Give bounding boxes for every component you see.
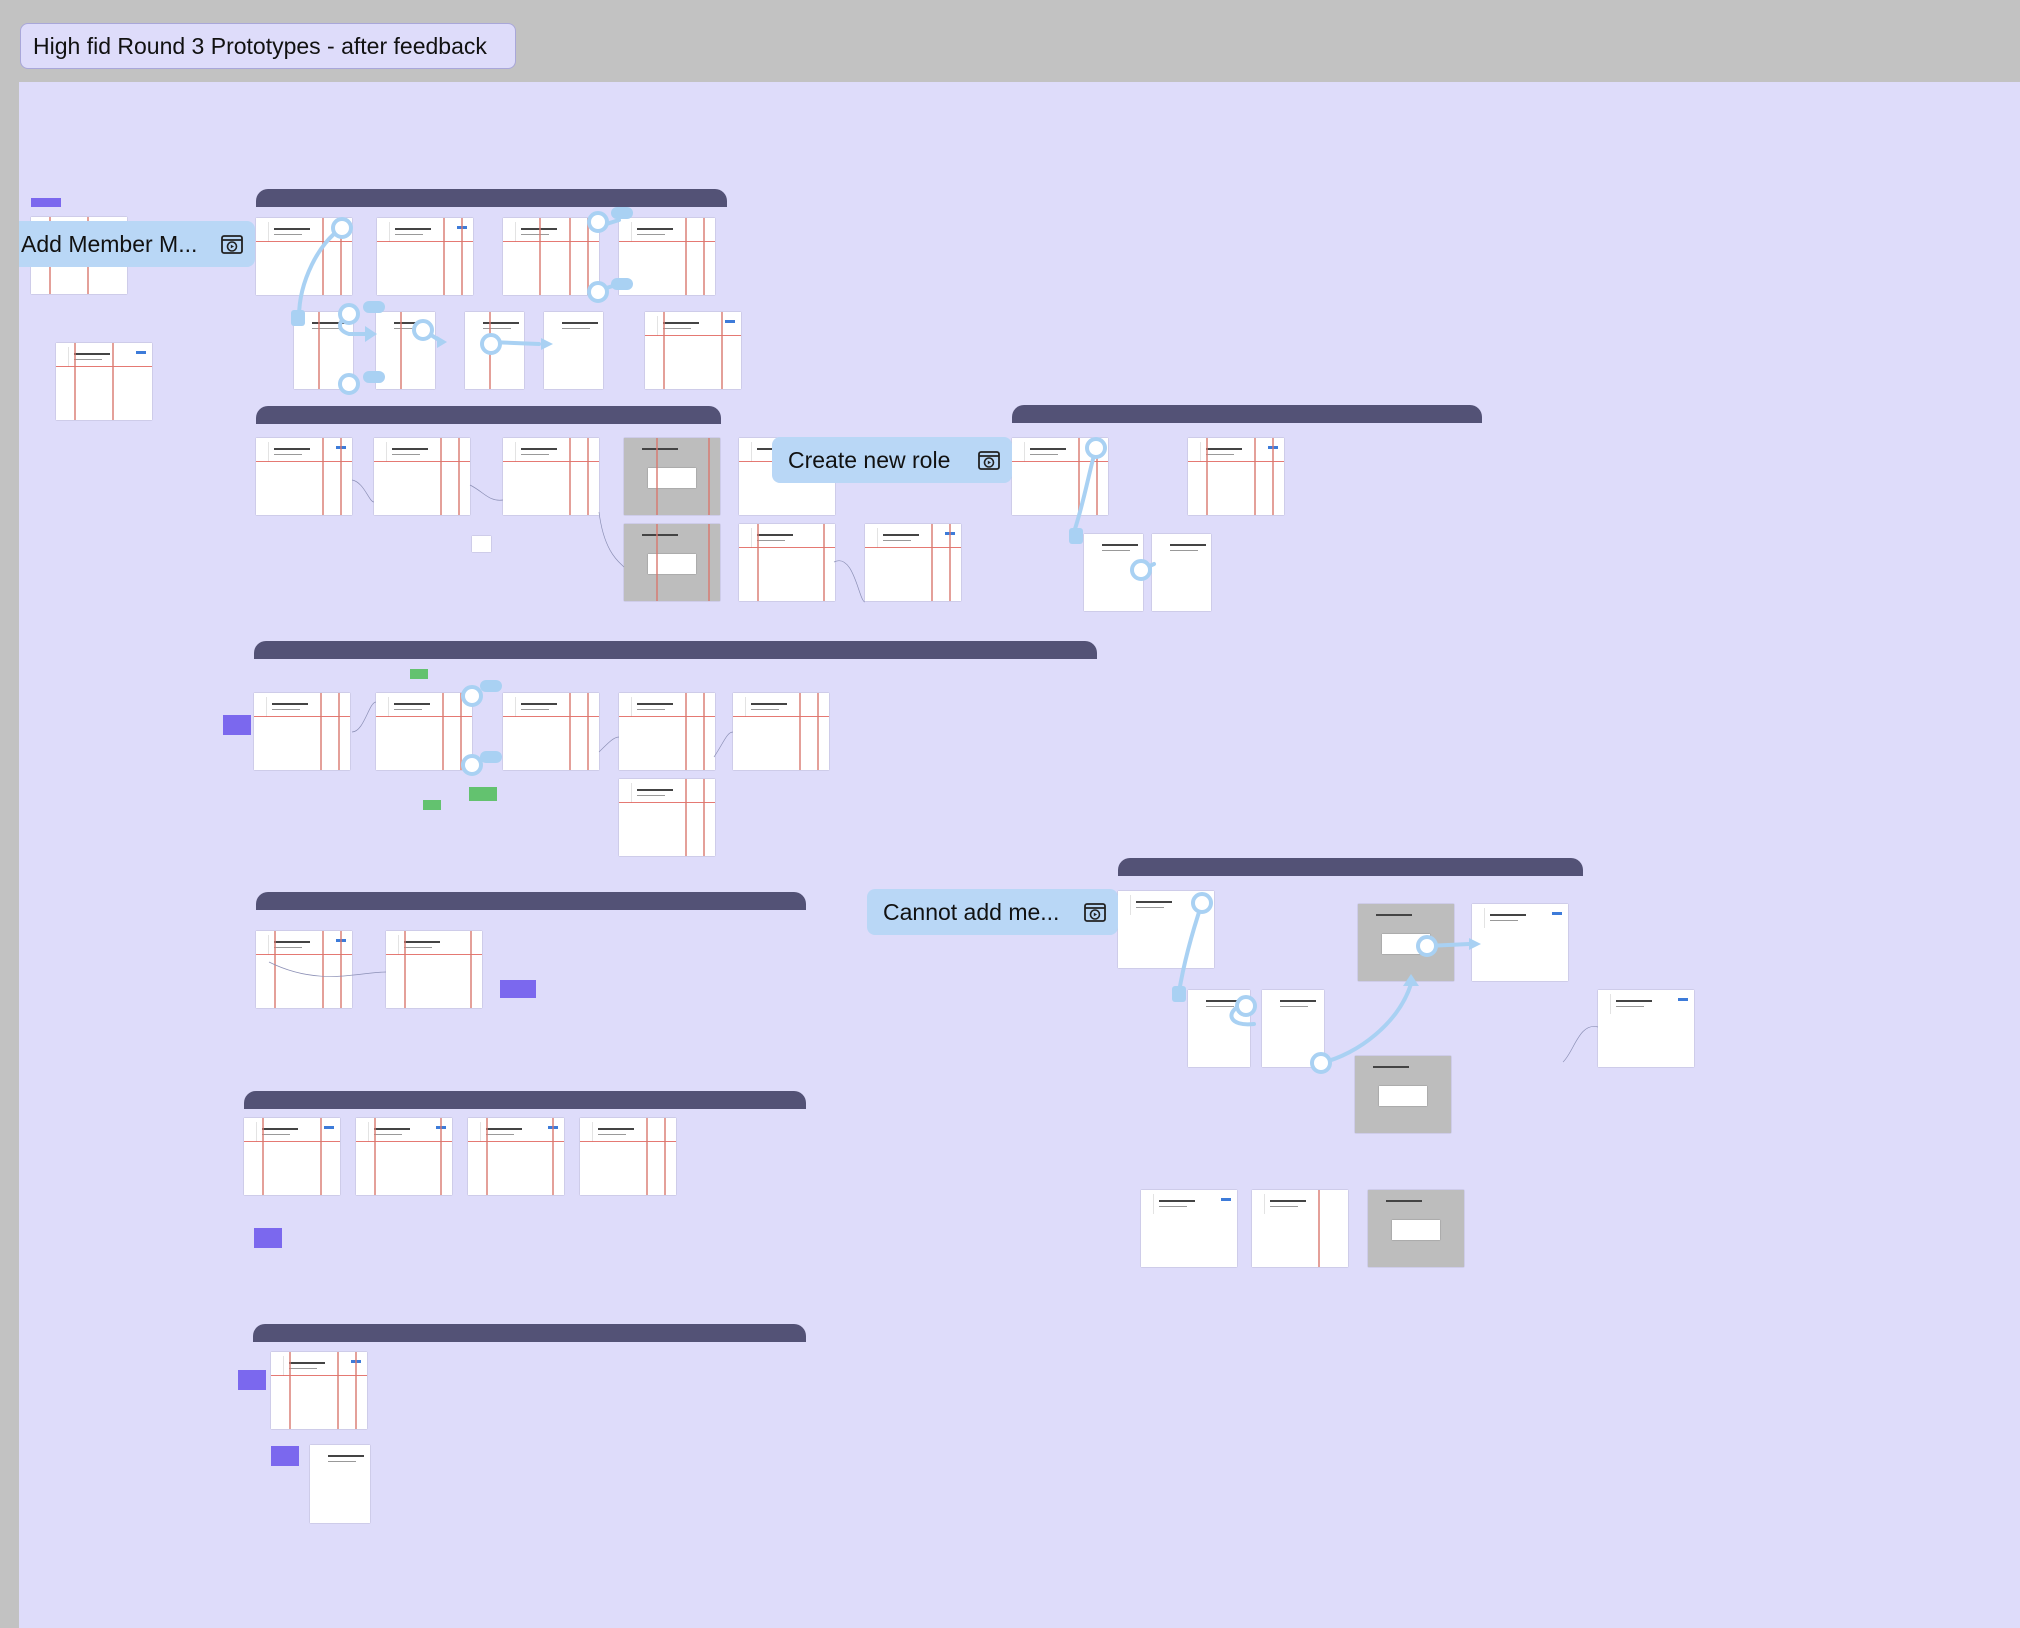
sticky-note[interactable] xyxy=(238,1370,266,1390)
prototype-frame-modal[interactable] xyxy=(1368,1190,1464,1267)
prototype-frame[interactable] xyxy=(1188,990,1250,1067)
flow-label: Create new role xyxy=(788,447,951,473)
flow-start-cannot-add-member[interactable]: Cannot add me... xyxy=(867,889,1118,935)
prototype-frame-modal[interactable] xyxy=(624,438,720,515)
prototype-frame[interactable] xyxy=(619,218,715,295)
section-header[interactable] xyxy=(244,1091,806,1109)
prototype-frame[interactable] xyxy=(256,218,352,295)
sticky-note[interactable] xyxy=(500,980,536,998)
prototype-frame[interactable] xyxy=(465,312,524,389)
flow-start-add-member[interactable]: Add Member M... xyxy=(19,221,255,267)
sticky-note-green[interactable] xyxy=(410,669,428,679)
canvas[interactable]: Add Member M... Create new role Cannot a… xyxy=(19,82,2020,1628)
prototype-frame[interactable] xyxy=(739,524,835,601)
sticky-note[interactable] xyxy=(31,198,61,207)
prototype-frame[interactable] xyxy=(294,312,353,389)
prototype-frame[interactable] xyxy=(256,438,352,515)
section-header[interactable] xyxy=(256,189,727,207)
prototype-frame-modal[interactable] xyxy=(1358,904,1454,981)
prototype-frame[interactable] xyxy=(1472,904,1568,981)
prototype-frame-modal[interactable] xyxy=(624,524,720,601)
prototype-frame[interactable] xyxy=(254,693,350,770)
play-prototype-icon[interactable] xyxy=(1084,901,1106,923)
prototype-frame[interactable] xyxy=(1141,1190,1237,1267)
page-title[interactable]: High fid Round 3 Prototypes - after feed… xyxy=(20,23,516,69)
flow-label: Cannot add me... xyxy=(883,899,1060,925)
prototype-frame[interactable] xyxy=(865,524,961,601)
prototype-frame[interactable] xyxy=(1598,990,1694,1067)
flow-label: Add Member M... xyxy=(21,231,198,257)
prototype-frame[interactable] xyxy=(56,343,152,420)
section-header[interactable] xyxy=(1118,858,1583,876)
prototype-frame[interactable] xyxy=(619,779,715,856)
section-header[interactable] xyxy=(1012,405,1482,423)
prototype-frame[interactable] xyxy=(310,1445,370,1523)
prototype-frame-modal[interactable] xyxy=(1355,1056,1451,1133)
prototype-frame[interactable] xyxy=(1152,534,1211,611)
prototype-frame[interactable] xyxy=(377,218,473,295)
prototype-frame[interactable] xyxy=(468,1118,564,1195)
prototype-frame[interactable] xyxy=(619,693,715,770)
sticky-note-green[interactable] xyxy=(423,800,441,810)
prototype-frame[interactable] xyxy=(503,218,599,295)
prototype-frame[interactable] xyxy=(386,931,482,1008)
prototype-frame[interactable] xyxy=(503,438,599,515)
prototype-frame[interactable] xyxy=(271,1352,367,1429)
prototype-frame[interactable] xyxy=(356,1118,452,1195)
prototype-frame[interactable] xyxy=(472,536,491,552)
prototype-frame[interactable] xyxy=(244,1118,340,1195)
prototype-frame[interactable] xyxy=(1118,891,1214,968)
prototype-frame[interactable] xyxy=(376,693,472,770)
prototype-frame[interactable] xyxy=(1188,438,1284,515)
section-header[interactable] xyxy=(254,641,1097,659)
section-header[interactable] xyxy=(253,1324,806,1342)
prototype-frame[interactable] xyxy=(1084,534,1143,611)
prototype-frame[interactable] xyxy=(376,312,435,389)
prototype-frame[interactable] xyxy=(1262,990,1324,1067)
section-header[interactable] xyxy=(256,406,721,424)
prototype-frame[interactable] xyxy=(374,438,470,515)
sticky-note[interactable] xyxy=(271,1446,299,1466)
prototype-frame[interactable] xyxy=(1252,1190,1348,1267)
flow-start-create-new-role[interactable]: Create new role xyxy=(772,437,1012,483)
sticky-note-green[interactable] xyxy=(469,787,497,801)
play-prototype-icon[interactable] xyxy=(221,233,243,255)
prototype-frame[interactable] xyxy=(733,693,829,770)
prototype-frame[interactable] xyxy=(256,931,352,1008)
top-bar: High fid Round 3 Prototypes - after feed… xyxy=(0,0,2020,82)
prototype-frame[interactable] xyxy=(645,312,741,389)
prototype-frame[interactable] xyxy=(580,1118,676,1195)
play-prototype-icon[interactable] xyxy=(978,449,1000,471)
sticky-note[interactable] xyxy=(223,715,251,735)
section-header[interactable] xyxy=(256,892,806,910)
prototype-frame[interactable] xyxy=(1012,438,1108,515)
sticky-note[interactable] xyxy=(254,1228,282,1248)
prototype-frame[interactable] xyxy=(503,693,599,770)
prototype-frame[interactable] xyxy=(544,312,603,389)
